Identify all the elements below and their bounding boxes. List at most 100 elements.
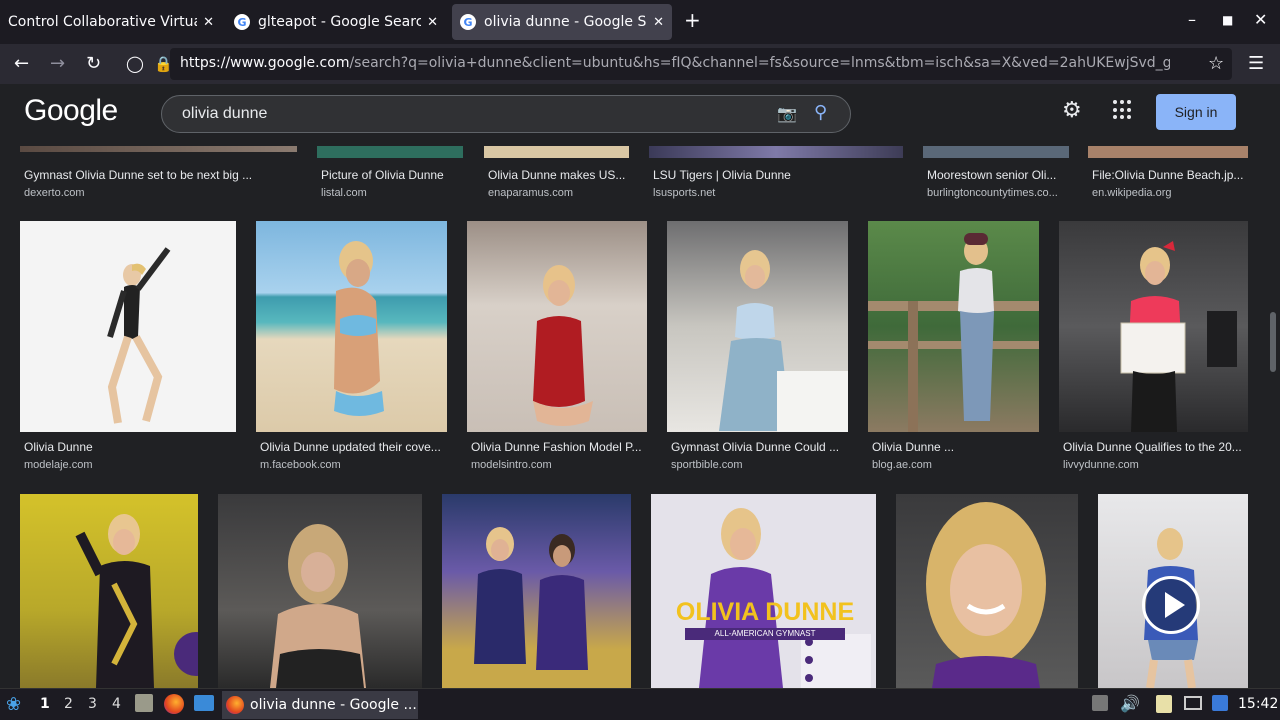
image-caption[interactable]: Olivia Dunne Qualifies to the 20... (1063, 440, 1247, 454)
image-caption[interactable]: Moorestown senior Oli... (927, 168, 1067, 182)
image-thumbnail[interactable] (1098, 494, 1248, 688)
taskbar-task-firefox[interactable]: olivia dunne - Google ... (222, 691, 418, 719)
menu-icon[interactable]: ☰ (1248, 53, 1264, 74)
image-result[interactable]: Olivia Dunne Qualifies to the 20... livv… (1059, 221, 1248, 481)
image-caption[interactable]: Gymnast Olivia Dunne set to be next big … (24, 168, 294, 182)
image-result[interactable]: Olivia Dunne Fashion Model P... modelsin… (467, 221, 647, 481)
image-thumbnail[interactable] (484, 146, 629, 158)
clipboard-icon[interactable] (1156, 695, 1172, 713)
file-manager-icon[interactable] (135, 694, 153, 712)
shield-icon[interactable]: ◯ (126, 54, 144, 73)
image-caption[interactable]: Olivia Dunne makes US... (488, 168, 628, 182)
image-thumbnail[interactable] (667, 221, 848, 432)
close-icon[interactable]: ✕ (203, 15, 214, 30)
image-thumbnail[interactable] (442, 494, 631, 688)
bookmark-star-icon[interactable]: ☆ (1208, 53, 1224, 74)
image-caption[interactable]: File:Olivia Dunne Beach.jp... (1092, 168, 1247, 182)
maximize-icon[interactable]: ■ (1222, 13, 1233, 27)
image-thumbnail[interactable] (20, 221, 236, 432)
image-result[interactable] (442, 494, 631, 688)
image-thumbnail[interactable] (218, 494, 422, 688)
image-caption[interactable]: Picture of Olivia Dunne (321, 168, 461, 182)
image-source[interactable]: modelaje.com (24, 459, 234, 471)
image-source[interactable]: m.facebook.com (260, 459, 446, 471)
gear-icon[interactable]: ⚙ (1062, 98, 1082, 123)
tab-olivia-dunne[interactable]: G olivia dunne - Google Sea ✕ (452, 4, 672, 40)
image-thumbnail[interactable] (256, 221, 447, 432)
forward-icon[interactable]: → (50, 53, 65, 74)
tab-control-collaborative[interactable]: Control Collaborative Virtual ✕ (0, 4, 222, 40)
image-caption[interactable]: Olivia Dunne updated their cove... (260, 440, 446, 454)
image-result[interactable]: Gymnast Olivia Dunne set to be next big … (20, 146, 297, 206)
image-caption[interactable]: LSU Tigers | Olivia Dunne (653, 168, 903, 182)
workspace-2[interactable]: 2 (64, 696, 73, 712)
play-icon[interactable] (1142, 576, 1200, 634)
image-result[interactable] (1098, 494, 1248, 688)
sign-in-button[interactable]: Sign in (1156, 94, 1236, 130)
desktop-icon[interactable] (194, 695, 214, 711)
image-source[interactable]: dexerto.com (24, 187, 294, 199)
workspace-4[interactable]: 4 (112, 696, 121, 712)
image-thumbnail[interactable] (868, 221, 1039, 432)
url-text[interactable]: https://www.google.com/search?q=olivia+d… (180, 55, 1170, 71)
image-caption[interactable]: Olivia Dunne Fashion Model P... (471, 440, 646, 454)
close-icon[interactable]: ✕ (427, 15, 438, 30)
image-thumbnail[interactable]: OLIVIA DUNNE ALL-AMERICAN GYMNAST (651, 494, 876, 688)
image-result[interactable]: File:Olivia Dunne Beach.jp... en.wikiped… (1088, 146, 1248, 206)
image-thumbnail[interactable] (467, 221, 647, 432)
image-result[interactable] (896, 494, 1078, 688)
image-thumbnail[interactable] (317, 146, 463, 158)
image-source[interactable]: burlingtoncountytimes.co... (927, 187, 1067, 199)
image-thumbnail[interactable] (896, 494, 1078, 688)
page-scrollbar[interactable] (1270, 312, 1276, 372)
image-source[interactable]: enaparamus.com (488, 187, 628, 199)
image-caption[interactable]: Olivia Dunne (24, 440, 234, 454)
image-source[interactable]: livvydunne.com (1063, 459, 1247, 471)
tray-eject-icon[interactable] (1092, 695, 1108, 711)
url-bar[interactable]: https://www.google.com/search?q=olivia+d… (170, 48, 1232, 80)
image-result[interactable]: Olivia Dunne modelaje.com (20, 221, 236, 481)
image-source[interactable]: blog.ae.com (872, 459, 1038, 471)
image-thumbnail[interactable] (923, 146, 1069, 158)
tab-glteapot[interactable]: G glteapot - Google Search ✕ (226, 4, 446, 40)
image-source[interactable]: lsusports.net (653, 187, 903, 199)
workspace-1[interactable]: 1 (40, 696, 50, 712)
image-result[interactable]: Olivia Dunne updated their cove... m.fac… (256, 221, 447, 481)
image-result[interactable]: Gymnast Olivia Dunne Could ... sportbibl… (667, 221, 848, 481)
image-caption[interactable]: Olivia Dunne ... (872, 440, 1038, 454)
image-result[interactable]: Picture of Olivia Dunne listal.com (317, 146, 463, 206)
image-source[interactable]: modelsintro.com (471, 459, 646, 471)
image-result[interactable]: OLIVIA DUNNE ALL-AMERICAN GYMNAST (651, 494, 876, 688)
image-result[interactable] (20, 494, 198, 688)
image-thumbnail[interactable] (20, 494, 198, 688)
search-input[interactable] (180, 104, 744, 124)
image-thumbnail[interactable] (649, 146, 903, 158)
apps-grid-icon[interactable] (1113, 100, 1133, 120)
image-result[interactable]: LSU Tigers | Olivia Dunne lsusports.net (649, 146, 903, 206)
image-thumbnail[interactable] (1088, 146, 1248, 158)
camera-icon[interactable]: 📷 (777, 104, 797, 123)
image-result[interactable]: Moorestown senior Oli... burlingtoncount… (923, 146, 1069, 206)
volume-icon[interactable]: 🔊 (1120, 694, 1140, 713)
image-result[interactable] (218, 494, 422, 688)
image-source[interactable]: en.wikipedia.org (1092, 187, 1247, 199)
image-result[interactable]: Olivia Dunne makes US... enaparamus.com (484, 146, 629, 206)
search-box[interactable]: 📷 ⚲ (161, 95, 851, 133)
minimize-icon[interactable]: – (1188, 10, 1196, 29)
image-caption[interactable]: Gymnast Olivia Dunne Could ... (671, 440, 847, 454)
reload-icon[interactable]: ↻ (86, 53, 101, 74)
google-logo[interactable]: Google (24, 94, 118, 128)
image-source[interactable]: listal.com (321, 187, 461, 199)
firefox-icon[interactable] (164, 694, 184, 714)
search-icon[interactable]: ⚲ (814, 102, 827, 123)
window-close-icon[interactable]: ✕ (1254, 10, 1267, 29)
notification-icon[interactable] (1212, 695, 1228, 711)
image-source[interactable]: sportbible.com (671, 459, 847, 471)
close-icon[interactable]: ✕ (653, 15, 664, 30)
image-thumbnail[interactable] (1059, 221, 1248, 432)
image-thumbnail[interactable] (20, 146, 297, 152)
display-icon[interactable] (1184, 696, 1202, 710)
image-result[interactable]: Olivia Dunne ... blog.ae.com (868, 221, 1039, 481)
workspace-3[interactable]: 3 (88, 696, 97, 712)
new-tab-button[interactable]: + (684, 8, 701, 32)
